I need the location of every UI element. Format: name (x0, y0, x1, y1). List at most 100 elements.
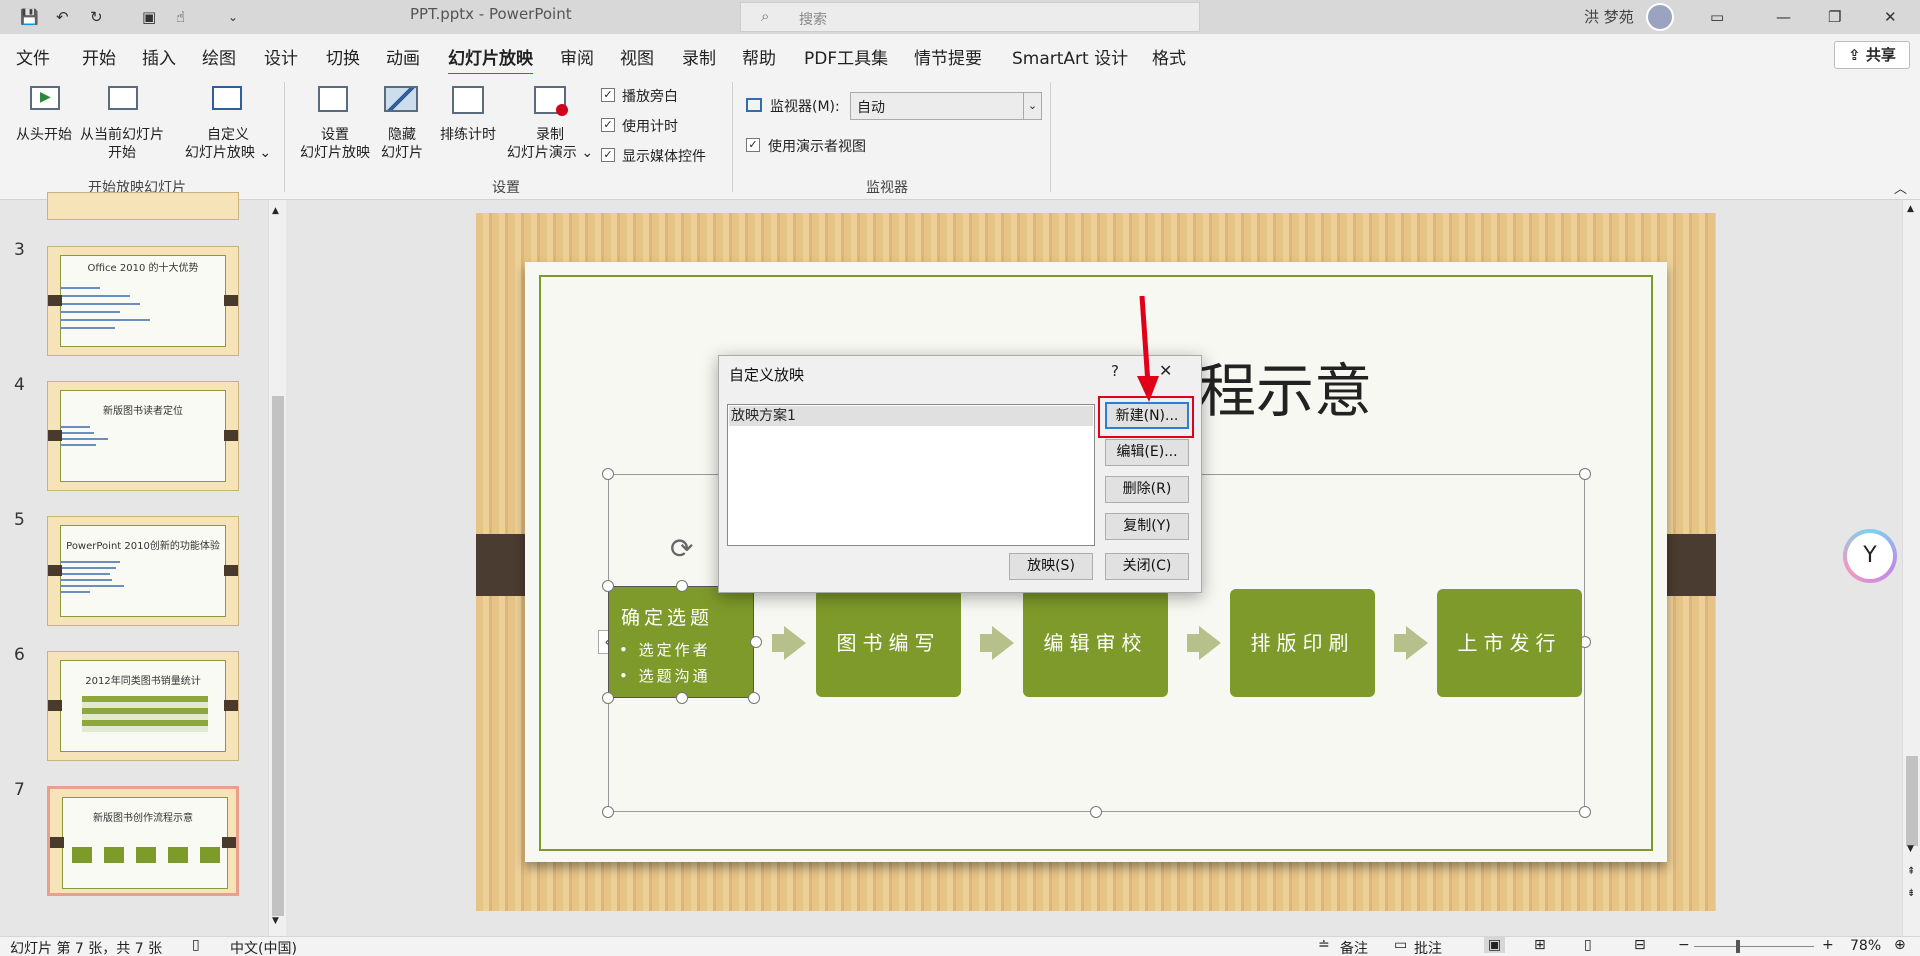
notes-icon[interactable]: ≐ (1318, 937, 1330, 953)
avatar[interactable] (1646, 3, 1674, 31)
scroll-up-icon[interactable]: ▲ (1907, 204, 1914, 214)
help-button[interactable]: ? (1111, 362, 1119, 380)
process-step-1[interactable]: 确定选题 • 选定作者 • 选题沟通 (608, 586, 754, 698)
minimize-icon[interactable]: — (1776, 0, 1791, 34)
slide-thumbnail-6[interactable]: 2012年同类图书销量统计 (47, 651, 239, 761)
tab-format[interactable]: 格式 (1152, 44, 1186, 69)
play-narrations-checkbox[interactable]: ✓ (601, 88, 615, 102)
rehearse-timings-button[interactable]: 排练计时 (436, 84, 500, 164)
slide-thumbnail-3[interactable]: Office 2010 的十大优势 (47, 246, 239, 356)
tab-smartart-design[interactable]: SmartArt 设计 (1012, 44, 1128, 69)
tab-record[interactable]: 录制 (682, 44, 716, 69)
reading-view-icon[interactable]: ▯ (1584, 937, 1592, 953)
touch-mode-icon[interactable]: ☝ (176, 0, 185, 34)
setup-show-button[interactable]: 设置 幻灯片放映 (292, 84, 378, 164)
zoom-out-icon[interactable]: − (1678, 937, 1690, 953)
slide-thumbnail-5[interactable]: PowerPoint 2010创新的功能体验 (47, 516, 239, 626)
custom-show-list[interactable]: 放映方案1 (727, 404, 1095, 546)
customize-qat-icon[interactable]: ⌄ (228, 0, 238, 34)
zoom-level[interactable]: 78% (1850, 938, 1881, 954)
presenter-view-checkbox[interactable]: ✓ (746, 138, 760, 152)
tab-insert[interactable]: 插入 (142, 44, 176, 69)
shape-handle[interactable] (750, 636, 762, 648)
rotate-handle-icon[interactable]: ⟳ (670, 532, 693, 565)
shape-handle[interactable] (602, 580, 614, 592)
process-step-5[interactable]: 上市发行 (1437, 589, 1582, 697)
scrollbar-thumb[interactable] (1906, 756, 1918, 846)
scroll-down-icon[interactable]: ▼ (272, 916, 279, 926)
slideshow-view-icon[interactable]: ⊟ (1634, 937, 1646, 953)
from-start-button[interactable]: ▶ 从头开始 (8, 84, 80, 164)
tab-review[interactable]: 审阅 (560, 44, 594, 69)
slide-thumbnail-7-selected[interactable]: 新版图书创作流程示意 (47, 786, 239, 896)
tab-design[interactable]: 设计 (264, 44, 298, 69)
undo-icon[interactable]: ↶ (56, 0, 69, 34)
edit-button[interactable]: 编辑(E)... (1105, 439, 1189, 466)
redo-icon[interactable]: ↻ (90, 0, 103, 34)
tab-draw[interactable]: 绘图 (202, 44, 236, 69)
tab-transitions[interactable]: 切换 (326, 44, 360, 69)
from-current-button[interactable]: 从当前幻灯片 开始 (76, 84, 168, 164)
comments-button[interactable]: 批注 (1414, 938, 1442, 956)
slide-thumbnail-partial[interactable] (47, 192, 239, 220)
assistant-floating-icon[interactable]: Y (1843, 529, 1897, 583)
zoom-in-icon[interactable]: + (1822, 937, 1834, 953)
list-item[interactable]: 放映方案1 (729, 406, 1093, 426)
thumbnail-scrollbar[interactable]: ▲ ▼ (268, 200, 286, 936)
fit-slide-icon[interactable]: ⊕ (1894, 937, 1906, 953)
tab-slideshow[interactable]: 幻灯片放映 (448, 44, 533, 76)
slide-title[interactable]: 程示意 (1198, 344, 1372, 428)
resize-handle[interactable] (1579, 468, 1591, 480)
tab-view[interactable]: 视图 (620, 44, 654, 69)
search-box[interactable]: ⌕ 搜索 (740, 2, 1200, 32)
scroll-down-icon[interactable]: ▼ (1907, 844, 1914, 854)
tab-home[interactable]: 开始 (82, 44, 116, 69)
previous-slide-icon[interactable]: ⇞ (1907, 866, 1915, 877)
use-timings-checkbox[interactable]: ✓ (601, 118, 615, 132)
next-slide-icon[interactable]: ⇟ (1907, 888, 1915, 899)
tab-animations[interactable]: 动画 (386, 44, 420, 69)
record-button[interactable]: 录制 幻灯片演示 ⌄ (504, 84, 596, 164)
close-button[interactable]: 关闭(C) (1105, 553, 1189, 580)
present-icon[interactable]: ▣ (142, 0, 156, 34)
share-button[interactable]: ⇪ 共享 (1834, 41, 1910, 69)
collapse-ribbon-icon[interactable]: ︿ (1894, 178, 1907, 197)
language[interactable]: 中文(中国) (230, 938, 297, 956)
custom-show-button[interactable]: 自定义 幻灯片放映 ⌄ (176, 84, 280, 164)
tab-storyboard[interactable]: 情节提要 (914, 44, 982, 69)
close-window-icon[interactable]: ✕ (1884, 0, 1897, 34)
copy-button[interactable]: 复制(Y) (1105, 513, 1189, 540)
process-step-3[interactable]: 编辑审校 (1023, 589, 1168, 697)
process-step-4[interactable]: 排版印刷 (1230, 589, 1375, 697)
slide-scrollbar[interactable]: ▲ ▼ ⇞ ⇟ (1902, 200, 1920, 936)
comments-icon[interactable]: ▭ (1394, 937, 1407, 953)
scrollbar-thumb[interactable] (272, 396, 284, 916)
resize-handle[interactable] (1090, 806, 1102, 818)
resize-handle[interactable] (1579, 806, 1591, 818)
shape-handle[interactable] (602, 692, 614, 704)
monitor-select[interactable]: 自动 ⌄ (850, 92, 1042, 120)
show-button[interactable]: 放映(S) (1009, 553, 1093, 580)
restore-icon[interactable]: ❐ (1828, 0, 1841, 34)
show-media-controls-checkbox[interactable]: ✓ (601, 148, 615, 162)
tab-help[interactable]: 帮助 (742, 44, 776, 69)
process-step-2[interactable]: 图书编写 (816, 589, 961, 697)
slide-thumbnail-4[interactable]: 新版图书读者定位 (47, 381, 239, 491)
ribbon-display-icon[interactable]: ▭ (1710, 0, 1724, 34)
shape-handle[interactable] (676, 692, 688, 704)
tab-file[interactable]: 文件 (16, 44, 50, 69)
zoom-slider-thumb[interactable] (1736, 940, 1740, 953)
resize-handle[interactable] (602, 468, 614, 480)
delete-button[interactable]: 删除(R) (1105, 476, 1189, 503)
save-icon[interactable]: 💾 (20, 0, 39, 34)
shape-handle[interactable] (676, 580, 688, 592)
tab-pdf-tools[interactable]: PDF工具集 (804, 44, 888, 69)
spellcheck-icon[interactable]: ▯ (192, 937, 200, 953)
notes-button[interactable]: 备注 (1340, 938, 1368, 956)
scroll-up-icon[interactable]: ▲ (272, 206, 279, 216)
shape-handle[interactable] (748, 692, 760, 704)
hide-slide-button[interactable]: 隐藏 幻灯片 (378, 84, 426, 164)
slide-sorter-icon[interactable]: ⊞ (1534, 937, 1546, 953)
normal-view-icon[interactable]: ▣ (1484, 937, 1506, 953)
resize-handle[interactable] (602, 806, 614, 818)
